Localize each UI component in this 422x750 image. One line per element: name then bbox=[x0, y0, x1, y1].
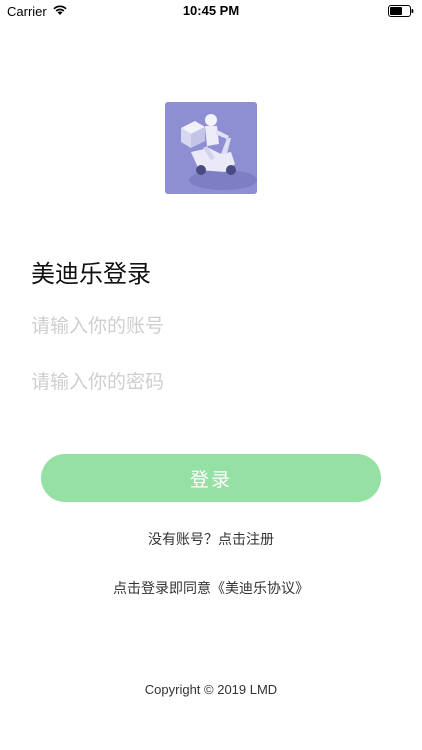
copyright-text: Copyright © 2019 LMD bbox=[144, 682, 278, 697]
battery-icon bbox=[388, 5, 414, 17]
register-link[interactable]: 没有账号？点击注册 bbox=[0, 529, 422, 549]
login-button[interactable]: 登录 bbox=[41, 454, 381, 502]
delivery-scooter-logo bbox=[181, 114, 257, 190]
account-input[interactable] bbox=[31, 309, 391, 343]
page-title: 美迪乐登录 bbox=[31, 260, 151, 288]
status-bar: Carrier 10:45 PM bbox=[0, 0, 422, 22]
app-logo bbox=[165, 102, 257, 194]
agreement-link[interactable]: 点击登录即同意《美迪乐协议》 bbox=[0, 578, 422, 598]
password-input[interactable] bbox=[31, 365, 391, 399]
status-time: 10:45 PM bbox=[182, 3, 240, 18]
